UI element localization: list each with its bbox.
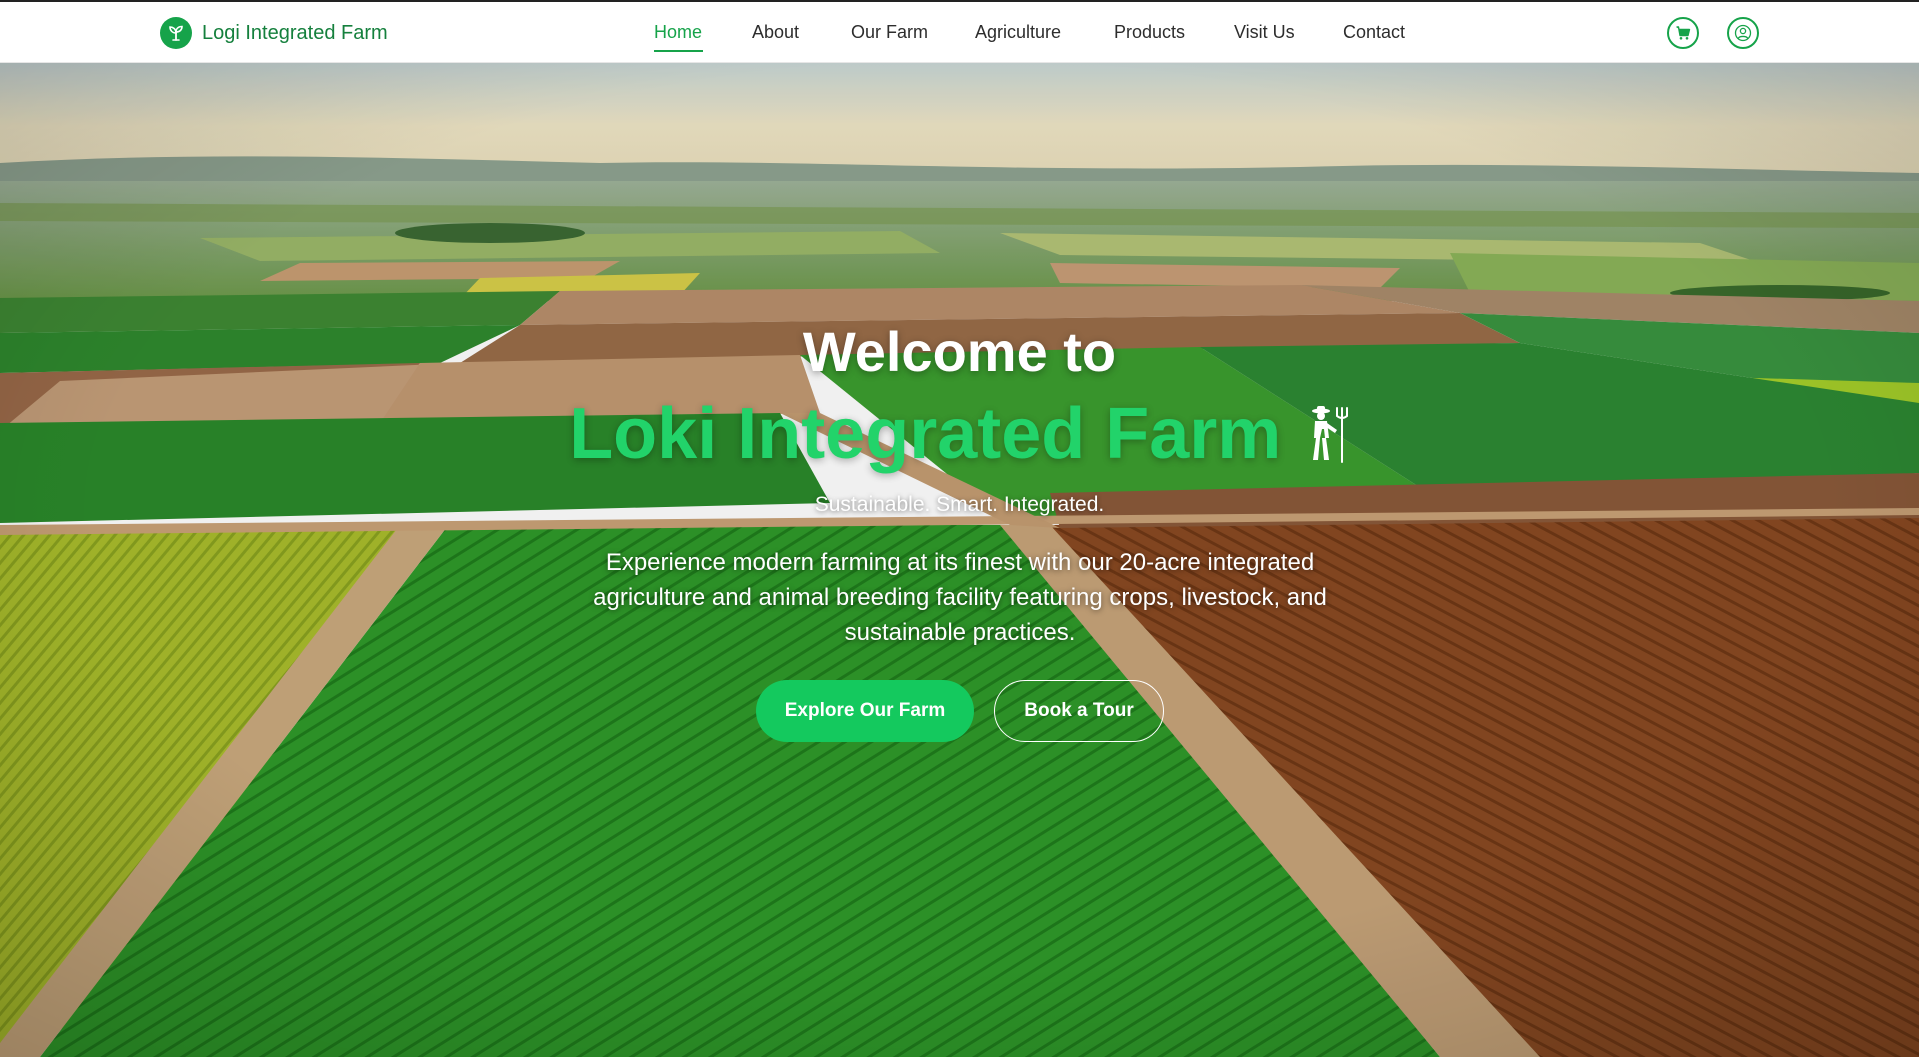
farm-title-row: Loki Integrated Farm — [0, 393, 1919, 475]
cart-button[interactable] — [1667, 17, 1699, 49]
nav-link-visit-us[interactable]: Visit Us — [1234, 22, 1295, 43]
welcome-heading: Welcome to — [802, 320, 1117, 383]
farm-title: Loki Integrated Farm — [569, 394, 1282, 474]
book-tour-button[interactable]: Book a Tour — [994, 680, 1164, 742]
nav-link-products[interactable]: Products — [1114, 22, 1185, 43]
user-icon — [1734, 24, 1752, 42]
tagline: Sustainable. Smart. Integrated. — [814, 493, 1105, 516]
navbar: Logi Integrated Farm Home About Our Farm… — [0, 2, 1919, 63]
farmer-with-pitchfork-icon — [1311, 406, 1348, 463]
nav-link-contact[interactable]: Contact — [1343, 22, 1405, 43]
hero-description: Experience modern farming at its finest … — [593, 549, 1327, 646]
hero-section: Welcome to Loki Integrated Farm Sustaina… — [0, 63, 1919, 1057]
nav-link-about[interactable]: About — [752, 22, 799, 43]
active-nav-indicator — [654, 50, 703, 52]
nav-link-agriculture[interactable]: Agriculture — [975, 22, 1061, 43]
main-navigation: Home About Our Farm Agriculture Products… — [0, 2, 1919, 63]
hero-content: Welcome to Loki Integrated Farm Sustaina… — [0, 63, 1919, 1057]
cart-icon — [1676, 26, 1691, 40]
explore-farm-button[interactable]: Explore Our Farm — [756, 680, 974, 742]
account-button[interactable] — [1727, 17, 1759, 49]
nav-link-home[interactable]: Home — [654, 22, 702, 43]
nav-link-our-farm[interactable]: Our Farm — [851, 22, 928, 43]
